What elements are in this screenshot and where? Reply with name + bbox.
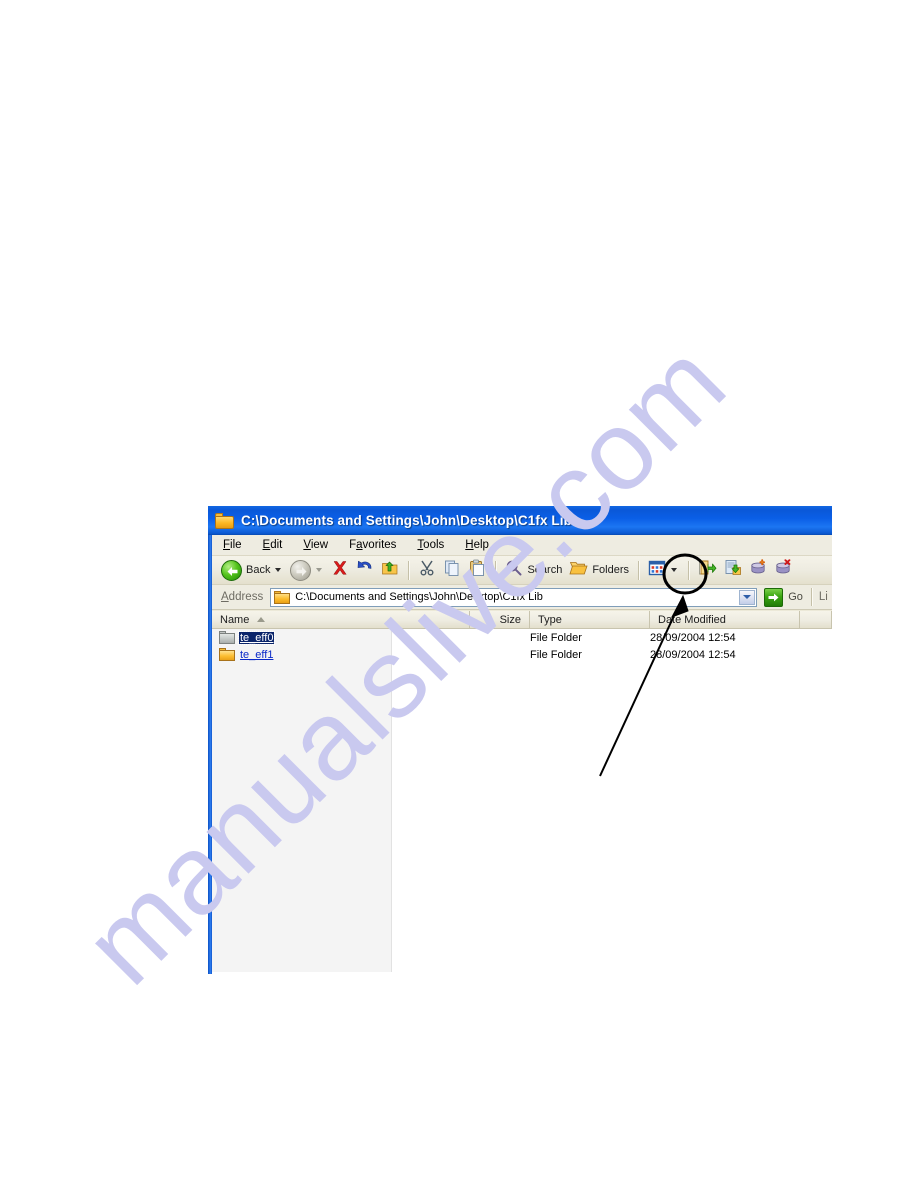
column-header-name-label: Name: [220, 613, 250, 626]
move-to-folder-button[interactable]: [695, 559, 720, 582]
column-header-name[interactable]: Name: [212, 610, 470, 629]
menu-item-favorites[interactable]: Favorites: [349, 539, 396, 551]
views-grid-icon: [648, 560, 666, 581]
menu-bar: File Edit View Favorites Tools Help: [212, 535, 832, 556]
delete-button[interactable]: [328, 559, 352, 582]
menu-item-file[interactable]: File: [223, 539, 242, 551]
red-x-delete-icon: [331, 559, 349, 582]
undo-button[interactable]: [353, 559, 377, 582]
folder-green-right-arrow-icon: [698, 559, 717, 581]
title-bar: C:\Documents and Settings\John\Desktop\C…: [208, 506, 832, 535]
paste-button[interactable]: [465, 559, 489, 582]
file-list-column-headers: Name Size Type Date Modified: [212, 610, 832, 629]
folders-label: Folders: [592, 564, 630, 576]
file-name-cell[interactable]: te_eff1: [212, 648, 470, 661]
folder-icon: [219, 631, 235, 644]
explorer-task-pane: [212, 629, 392, 972]
column-header-type[interactable]: Type: [530, 610, 650, 629]
network-drive-icon: [750, 559, 768, 581]
views-button[interactable]: [645, 559, 682, 582]
toolbar-separator: [495, 560, 498, 580]
file-type-cell: File Folder: [530, 648, 582, 661]
forward-arrow-icon: [290, 559, 312, 581]
folder-icon: [274, 590, 291, 604]
address-label: Address: [221, 591, 264, 603]
back-dropdown-caret[interactable]: [275, 568, 282, 572]
links-separator: [810, 588, 813, 606]
table-row[interactable]: te_eff0 File Folder 28/09/2004 12:54: [212, 629, 832, 646]
magnifier-search-icon: [505, 559, 523, 582]
folder-green-down-arrow-icon: [724, 559, 743, 581]
file-date-cell: 28/09/2004 12:54: [650, 648, 736, 661]
file-list: te_eff0 File Folder 28/09/2004 12:54 te_…: [212, 629, 832, 663]
up-one-level-button[interactable]: [378, 559, 402, 582]
column-header-type-label: Type: [538, 613, 562, 626]
table-row[interactable]: te_eff1 File Folder 28/09/2004 12:54: [212, 646, 832, 663]
toolbar-separator: [408, 560, 411, 580]
folder-icon: [215, 512, 234, 529]
back-label: Back: [246, 564, 271, 576]
map-network-drive-button[interactable]: [747, 559, 771, 582]
chevron-down-icon: [743, 595, 752, 599]
column-header-date-label: Date Modified: [658, 613, 726, 626]
file-date-cell: 28/09/2004 12:54: [650, 631, 736, 644]
address-value: C:\Documents and Settings\John\Desktop\C…: [295, 591, 543, 603]
scissors-cut-icon: [418, 559, 436, 582]
views-dropdown-caret[interactable]: [671, 568, 678, 572]
menu-item-edit[interactable]: Edit: [263, 539, 283, 551]
copy-to-folder-button[interactable]: [721, 559, 746, 582]
up-folder-icon: [381, 559, 399, 582]
file-name-label: te_eff0: [237, 630, 276, 645]
open-folder-icon: [569, 559, 588, 582]
menu-item-help[interactable]: Help: [465, 539, 489, 551]
windows-explorer-window: C:\Documents and Settings\John\Desktop\C…: [208, 506, 832, 974]
search-label: Search: [527, 564, 563, 576]
network-drive-disconnect-icon: [775, 559, 793, 581]
column-header-size[interactable]: Size: [470, 610, 530, 629]
copy-pages-icon: [443, 559, 461, 582]
menu-item-tools[interactable]: Tools: [417, 539, 444, 551]
paste-clipboard-icon: [468, 559, 486, 582]
file-name-cell[interactable]: te_eff0: [212, 630, 470, 645]
explorer-content-area: te_eff0 File Folder 28/09/2004 12:54 te_…: [212, 629, 832, 974]
address-dropdown-button[interactable]: [739, 589, 756, 605]
search-button[interactable]: Search: [502, 559, 565, 582]
disconnect-drive-button[interactable]: [772, 559, 796, 582]
forward-button[interactable]: [287, 559, 327, 582]
go-arrow-icon: [764, 587, 784, 607]
file-type-cell: File Folder: [530, 631, 582, 644]
folder-icon: [219, 648, 235, 661]
address-input[interactable]: C:\Documents and Settings\John\Desktop\C…: [270, 587, 758, 607]
copy-button[interactable]: [440, 559, 464, 582]
back-arrow-icon: [221, 559, 242, 581]
back-button[interactable]: Back: [218, 559, 286, 582]
address-bar: Address C:\Documents and Settings\John\D…: [212, 585, 832, 610]
standard-toolbar: Back Search Folders: [212, 556, 832, 585]
toolbar-separator: [638, 560, 641, 580]
menu-item-view[interactable]: View: [303, 539, 328, 551]
column-header-extra[interactable]: [800, 610, 832, 629]
column-header-size-label: Size: [499, 613, 521, 626]
column-header-date-modified[interactable]: Date Modified: [650, 610, 800, 629]
file-name-label: te_eff1: [240, 648, 274, 661]
toolbar-separator: [688, 560, 691, 580]
links-label: Li: [818, 591, 828, 603]
sort-ascending-icon: [257, 617, 266, 622]
undo-arrow-icon: [356, 559, 374, 582]
go-label: Go: [788, 591, 803, 603]
forward-dropdown-caret[interactable]: [316, 568, 323, 572]
window-title: C:\Documents and Settings\John\Desktop\C…: [241, 513, 572, 528]
cut-button[interactable]: [415, 559, 439, 582]
folders-button[interactable]: Folders: [566, 559, 632, 582]
go-button[interactable]: Go: [764, 587, 803, 607]
